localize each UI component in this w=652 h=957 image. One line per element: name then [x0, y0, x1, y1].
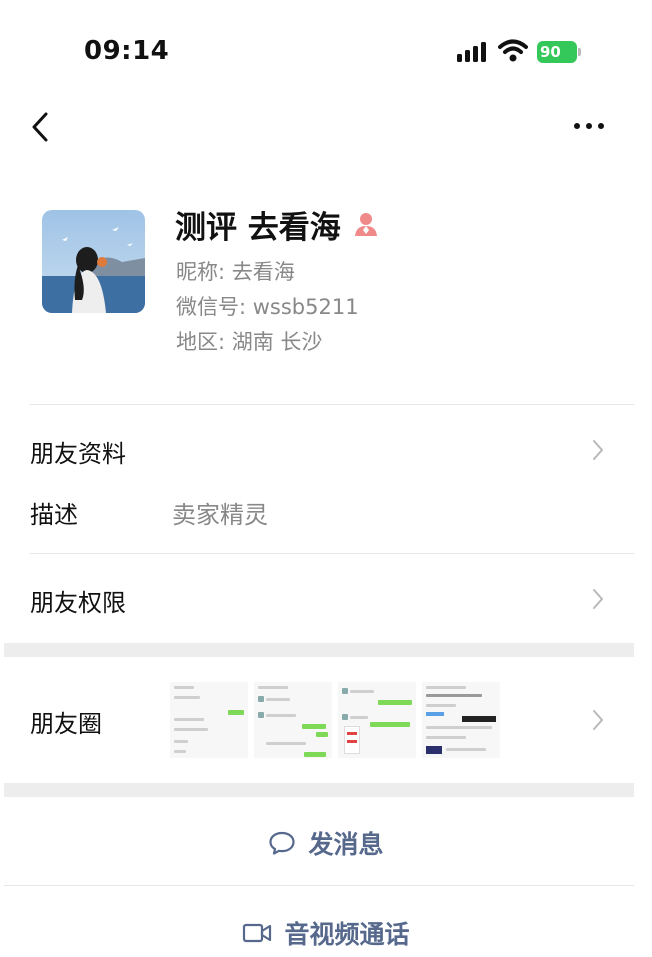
moments-label: 朋友圈	[30, 710, 102, 738]
section-separator	[4, 643, 634, 657]
profile-name-row: 测评 去看海	[175, 204, 379, 246]
back-icon[interactable]	[28, 110, 52, 144]
video-call-button[interactable]: 音视频通话	[0, 912, 652, 954]
moments-thumbnails[interactable]	[170, 682, 500, 758]
divider	[4, 885, 634, 886]
chat-bubble-icon	[269, 831, 296, 855]
chevron-right-icon	[593, 589, 603, 609]
battery-level: 90	[540, 43, 561, 61]
chevron-right-icon	[593, 440, 603, 460]
moments-thumbnail[interactable]	[254, 682, 332, 758]
video-camera-icon	[243, 923, 272, 943]
status-time: 09:14	[84, 36, 170, 66]
nickname: 昵称: 去看海	[176, 260, 295, 284]
send-message-label: 发消息	[308, 830, 384, 859]
moments-thumbnail[interactable]	[170, 682, 248, 758]
description-value: 卖家精灵	[172, 501, 268, 529]
wechat-id: 微信号: wssb5211	[176, 295, 359, 319]
more-options-icon[interactable]	[572, 118, 606, 134]
region: 地区: 湖南 长沙	[176, 330, 323, 354]
friend-permissions-label: 朋友权限	[30, 589, 126, 617]
chevron-right-icon	[593, 710, 603, 730]
cellular-signal-icon	[457, 42, 486, 62]
description-label: 描述	[30, 501, 78, 529]
moments-thumbnail[interactable]	[338, 682, 416, 758]
moments-thumbnail[interactable]	[422, 682, 500, 758]
section-separator	[4, 783, 634, 797]
video-call-label: 音视频通话	[284, 920, 410, 949]
wifi-icon	[498, 39, 528, 62]
profile-name: 测评 去看海	[175, 209, 341, 246]
avatar[interactable]	[42, 210, 145, 313]
send-message-button[interactable]: 发消息	[0, 822, 652, 864]
divider	[30, 553, 634, 554]
battery-icon: 90	[537, 41, 581, 63]
female-icon	[354, 213, 377, 236]
status-bar: 09:14 90	[0, 0, 652, 100]
divider	[30, 404, 634, 405]
friend-info-label: 朋友资料	[30, 440, 126, 468]
